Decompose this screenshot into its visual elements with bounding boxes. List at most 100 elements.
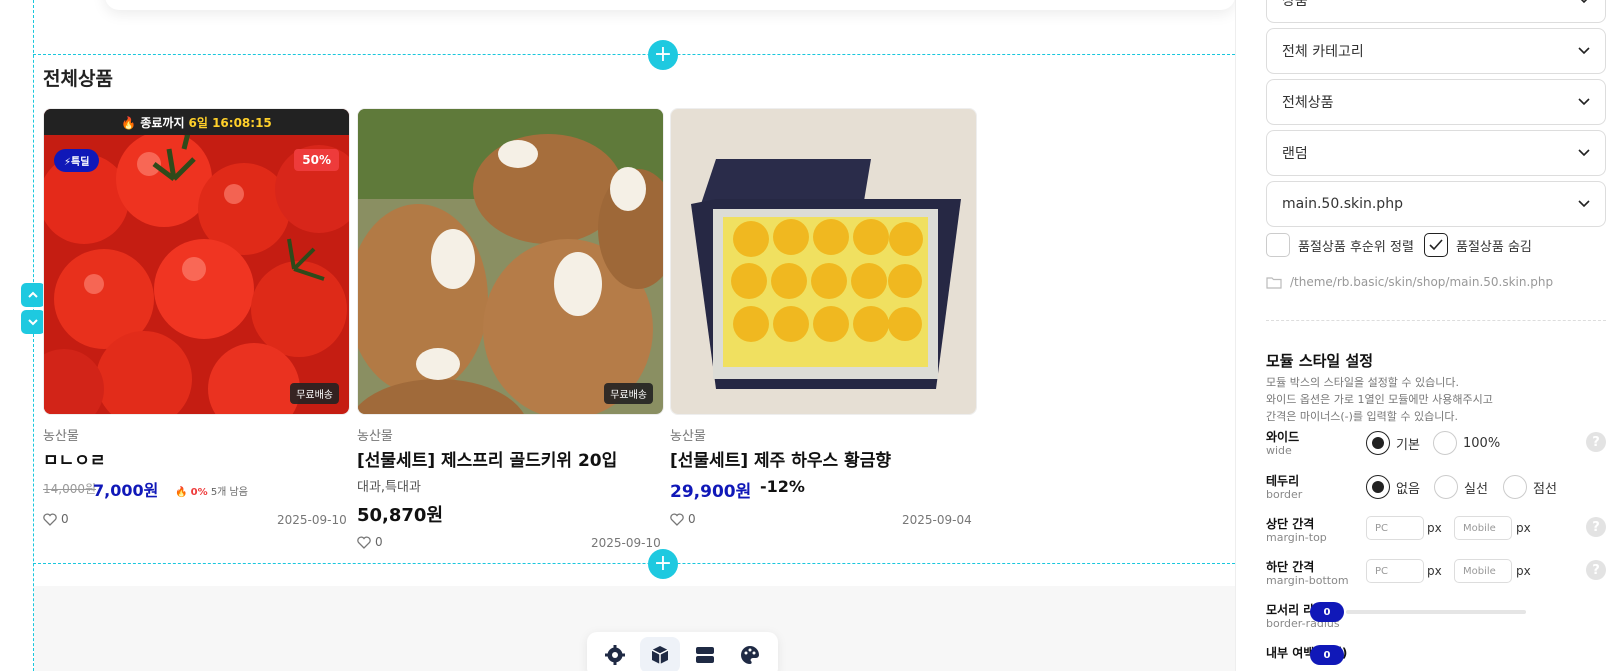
category-select[interactable]: 전체 카테고리 — [1266, 28, 1606, 74]
product-date: 2025-09-10 — [591, 536, 661, 550]
radius-slider-track[interactable] — [1346, 610, 1526, 614]
radius-slider-thumb[interactable]: 0 — [1310, 602, 1344, 622]
checkbox[interactable] — [1266, 233, 1290, 257]
product-category: 농산물 — [670, 429, 706, 444]
like-count: 0 — [688, 512, 696, 526]
like-button[interactable]: 0 — [670, 512, 696, 526]
product-name[interactable]: [선물세트] 제주 하우스 황금향 — [670, 446, 891, 471]
product-card[interactable]: 무료배송 농산물 [선물세트] 제스프리 골드키위 20입 대과,특대과 50,… — [357, 108, 664, 550]
layout-button[interactable] — [685, 637, 725, 671]
original-price: 14,000원 — [43, 482, 97, 496]
sale-price: 50,870원 — [357, 505, 444, 526]
style-section-description: 모듈 박스의 스타일을 설정할 수 있습니다. 와이드 옵션은 가로 1열인 모… — [1266, 374, 1586, 425]
fire-icon: 🔥 — [175, 487, 188, 498]
heart-icon — [357, 535, 371, 549]
settings-button[interactable] — [595, 637, 635, 671]
desc-line: 모듈 박스의 스타일을 설정할 수 있습니다. — [1266, 376, 1460, 389]
radio-label: 기본 — [1396, 437, 1420, 453]
heart-icon — [670, 512, 684, 526]
product-image-citrus[interactable] — [670, 108, 977, 415]
radio[interactable] — [1503, 475, 1527, 499]
like-count: 0 — [61, 512, 69, 526]
help-icon[interactable]: ? — [1586, 560, 1606, 580]
deal-badge: ⚡특딜 — [54, 149, 100, 172]
product-category: 농산물 — [357, 429, 393, 444]
soldout-hide-checkbox[interactable]: 품절상품 숨김 — [1424, 233, 1532, 257]
skin-path-text: /theme/rb.basic/skin/shop/main.50.skin.p… — [1290, 275, 1554, 289]
wide-sublabel: wide — [1266, 444, 1292, 457]
like-button[interactable]: 0 — [357, 535, 383, 549]
select-value: main.50.skin.php — [1282, 196, 1403, 212]
skin-path: /theme/rb.basic/skin/shop/main.50.skin.p… — [1266, 275, 1553, 289]
product-card[interactable]: 농산물 [선물세트] 제주 하우스 황금향 29,900원 -12% 0 202… — [670, 108, 977, 527]
select-value: 전체상품 — [1282, 95, 1334, 111]
radio[interactable] — [1434, 475, 1458, 499]
like-button[interactable]: 0 — [43, 512, 69, 526]
sort-order-select[interactable]: 랜덤 — [1266, 130, 1606, 176]
deal-timer: 🔥 종료까지 6일 16:08:15 — [44, 109, 349, 135]
padding-slider-thumb[interactable]: 0 — [1310, 645, 1344, 665]
product-options: 대과,특대과 — [357, 480, 421, 495]
radio-label: 점선 — [1533, 481, 1557, 497]
module-guide-bottom — [33, 563, 1235, 564]
wide-option-full[interactable]: 100% — [1433, 431, 1500, 455]
margin-bottom-pc-input[interactable]: PC — [1366, 559, 1424, 583]
product-type-select[interactable]: 전체상품 — [1266, 79, 1606, 125]
border-option-solid[interactable]: 실선 — [1434, 475, 1488, 499]
chevron-down-icon — [1578, 149, 1590, 157]
box-button[interactable] — [640, 637, 681, 671]
palette-button[interactable] — [730, 637, 770, 671]
product-name[interactable]: ㅁㄴㅇㄹ — [43, 446, 106, 471]
chevron-down-icon — [28, 319, 38, 326]
help-icon[interactable]: ? — [1586, 517, 1606, 537]
skin-select[interactable]: main.50.skin.php — [1266, 181, 1606, 227]
unit-label: px — [1516, 564, 1531, 578]
product-image-kiwi[interactable]: 무료배송 — [357, 108, 664, 415]
margin-top-mobile-input[interactable]: Mobile — [1454, 516, 1512, 540]
free-shipping-badge: 무료배송 — [290, 383, 339, 404]
radio[interactable] — [1433, 431, 1457, 455]
stock-remaining: 5개 남음 — [210, 487, 248, 498]
radio-selected[interactable] — [1366, 431, 1390, 455]
free-shipping-badge: 무료배송 — [604, 383, 653, 404]
margin-bottom-sublabel: margin-bottom — [1266, 574, 1349, 587]
sale-price: 7,000원 — [93, 481, 159, 500]
border-option-none[interactable]: 없음 — [1366, 475, 1420, 499]
help-icon[interactable]: ? — [1586, 432, 1606, 452]
desc-line: 간격은 마이너스(-)를 입력할 수 있습니다. — [1266, 410, 1458, 423]
margin-top-pc-input[interactable]: PC — [1366, 516, 1424, 540]
palette-icon — [740, 646, 759, 664]
module-guide-top — [33, 54, 1235, 55]
margin-bottom-mobile-input[interactable]: Mobile — [1454, 559, 1512, 583]
product-image-tomato[interactable]: 🔥 종료까지 6일 16:08:15 ⚡특딜 50% 무료배송 — [43, 108, 350, 415]
module-type-select[interactable]: 상품 — [1266, 0, 1606, 23]
previous-module-card — [105, 0, 1235, 10]
select-value: 랜덤 — [1282, 146, 1308, 162]
add-module-button-top[interactable]: + — [648, 40, 678, 70]
checkbox-checked[interactable] — [1424, 233, 1448, 257]
add-module-button-bottom[interactable]: + — [648, 549, 678, 579]
style-section-title: 모듈 스타일 설정 — [1266, 352, 1374, 370]
product-card[interactable]: 🔥 종료까지 6일 16:08:15 ⚡특딜 50% 무료배송 농산물 ㅁㄴㅇㄹ… — [43, 108, 350, 527]
product-date: 2025-09-04 — [902, 513, 972, 527]
radio-label: 100% — [1463, 435, 1501, 451]
product-name[interactable]: [선물세트] 제스프리 골드키위 20입 — [357, 446, 617, 471]
divider — [1266, 320, 1606, 321]
move-down-button[interactable] — [21, 310, 45, 334]
border-option-dashed[interactable]: 점선 — [1503, 475, 1557, 499]
soldout-sort-checkbox[interactable]: 품절상품 후순위 정렬 — [1266, 233, 1414, 257]
desc-line: 와이드 옵션은 가로 1열인 모듈에만 사용해주시고 — [1266, 393, 1493, 406]
kiwi-image — [358, 109, 663, 414]
product-date: 2025-09-10 — [277, 513, 347, 527]
chevron-down-icon — [1578, 47, 1590, 55]
margin-top-sublabel: margin-top — [1266, 531, 1327, 544]
wide-option-default[interactable]: 기본 — [1366, 431, 1420, 455]
select-value: 전체 카테고리 — [1282, 44, 1364, 60]
timer-prefix: 🔥 종료까지 — [121, 115, 185, 130]
move-up-button[interactable] — [21, 283, 45, 307]
heart-icon — [43, 512, 57, 526]
product-category: 농산물 — [43, 429, 79, 444]
radio-selected[interactable] — [1366, 475, 1390, 499]
chevron-down-icon — [1580, 0, 1588, 4]
radio-label: 없음 — [1396, 481, 1420, 497]
